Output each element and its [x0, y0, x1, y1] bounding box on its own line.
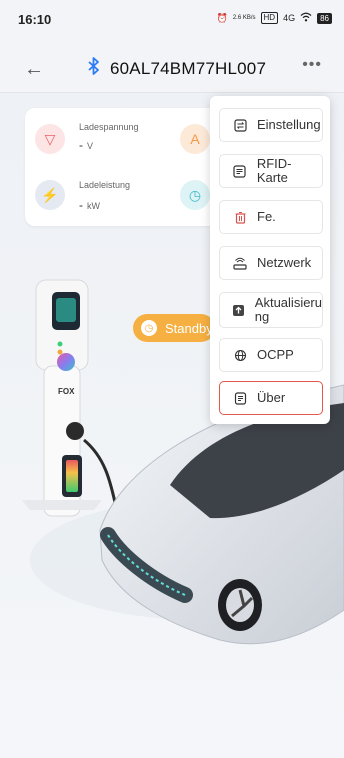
clock-icon: ◷ [141, 320, 157, 336]
menu-item-label: Über [257, 390, 286, 405]
menu-item-fe[interactable]: Fe. [219, 200, 323, 234]
status-text: Standby [165, 320, 213, 336]
settings-icon [229, 118, 251, 132]
info-doc-icon [229, 391, 251, 405]
menu-item-label: Fe. [257, 209, 276, 224]
menu-item-aktualisierung[interactable]: Aktualisieru ng [219, 292, 323, 328]
upgrade-icon [229, 304, 249, 317]
router-icon [229, 257, 251, 270]
charger-station: FOX [22, 279, 132, 542]
menu-item-ocpp[interactable]: OCPP [219, 338, 323, 372]
menu-item-label: RFID-Karte [256, 156, 292, 185]
card-icon [229, 164, 251, 178]
menu-item-einstellung[interactable]: Einstellung [219, 108, 323, 142]
globe-icon [229, 349, 251, 362]
fox-logo: FOX [58, 387, 75, 396]
trash-icon [229, 211, 251, 224]
menu-item-netzwerk[interactable]: Netzwerk [219, 246, 323, 280]
menu-item-label: Netzwerk [257, 255, 312, 270]
menu-item-uber[interactable]: Über [219, 381, 323, 415]
overflow-menu: Einstellung RFID-Karte Fe. Netzwerk Aktu… [210, 96, 330, 424]
menu-item-label: Aktualisieru ng [254, 295, 322, 324]
menu-item-label: OCPP [257, 347, 294, 362]
status-badge: ◷ Standby [133, 314, 215, 342]
menu-item-rfid-karte[interactable]: RFID-Karte [219, 154, 323, 188]
menu-item-label: Einstellung [257, 117, 321, 132]
